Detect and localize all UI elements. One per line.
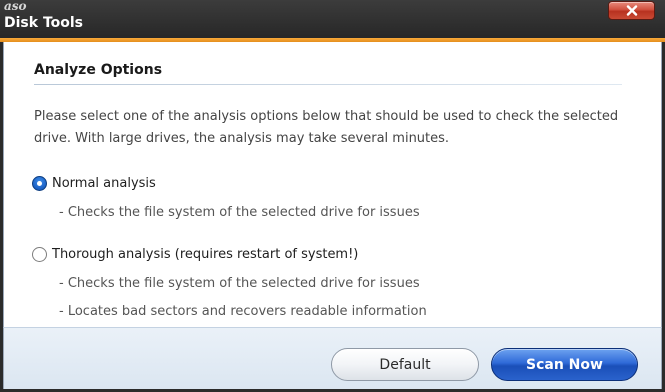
radio-selected-icon[interactable] (32, 176, 47, 191)
option-normal-analysis[interactable]: Normal analysis (32, 176, 156, 191)
description-text: Please select one of the analysis option… (34, 109, 619, 146)
close-x-icon (626, 5, 637, 16)
option-label[interactable]: Normal analysis (52, 176, 156, 191)
disk-tools-window: aso Disk Tools Analyze Options Please se… (0, 0, 665, 392)
default-button[interactable]: Default (331, 348, 479, 381)
button-bar: Default Scan Now (3, 327, 662, 389)
option-thorough-analysis[interactable]: Thorough analysis (requires restart of s… (32, 247, 358, 262)
title-bar[interactable]: aso Disk Tools (0, 0, 665, 40)
window-title: Disk Tools (4, 15, 83, 31)
content-panel: Analyze Options Please select one of the… (3, 42, 662, 327)
option-detail: - Locates bad sectors and recovers reada… (59, 304, 427, 319)
option-detail: - Checks the file system of the selected… (59, 205, 420, 220)
scan-now-button[interactable]: Scan Now (491, 348, 638, 381)
brand-logo: aso (4, 0, 27, 13)
radio-unselected-icon[interactable] (32, 247, 47, 262)
section-divider (34, 84, 622, 85)
close-button[interactable] (608, 1, 655, 20)
option-detail: - Checks the file system of the selected… (59, 276, 420, 291)
section-title: Analyze Options (34, 62, 163, 78)
option-label[interactable]: Thorough analysis (requires restart of s… (52, 247, 358, 262)
